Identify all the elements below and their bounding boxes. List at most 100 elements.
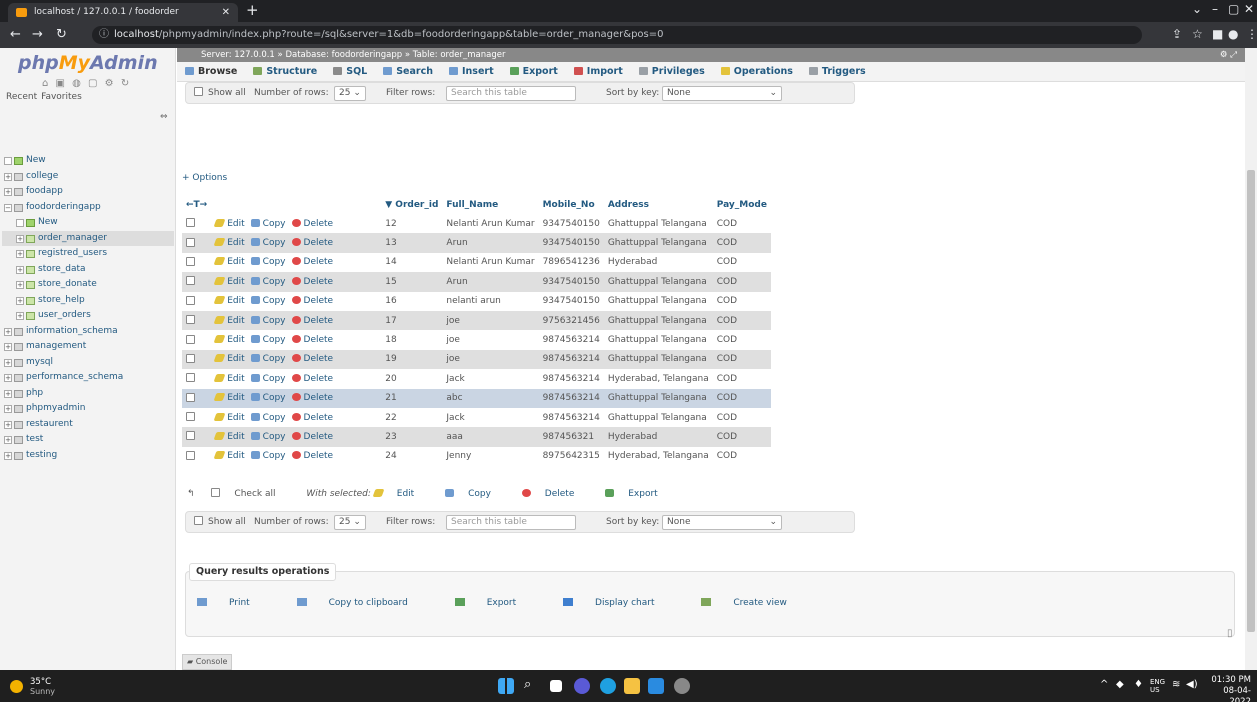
export-link[interactable]: Export xyxy=(454,598,538,608)
row-checkbox[interactable] xyxy=(186,431,195,441)
cell-address[interactable]: Ghattuppal Telangana xyxy=(603,407,713,428)
tree-item-user-orders[interactable]: + user_orders xyxy=(2,308,174,324)
cell-address[interactable]: Ghattuppal Telangana xyxy=(603,330,713,350)
row-edit-button[interactable]: Edit xyxy=(213,296,245,306)
expand-toggle-icon[interactable]: + xyxy=(4,389,12,398)
expand-toggle-icon[interactable]: + xyxy=(4,420,12,429)
row-copy-button[interactable]: Copy xyxy=(250,451,286,461)
cell-mobile-no[interactable]: 9347540150 xyxy=(538,272,604,292)
tree-item-new[interactable]: New xyxy=(2,153,174,169)
row-checkbox[interactable] xyxy=(186,373,195,383)
rows-select[interactable]: 25 ⌄ xyxy=(334,86,366,101)
table-row[interactable]: Edit Copy Delete 20 Jack 9874563214 Hyderabad,… xyxy=(182,369,771,389)
row-delete-button[interactable]: Delete xyxy=(291,412,333,423)
cell-mobile-no[interactable]: 8975642315 xyxy=(538,446,604,467)
cell-pay-mode[interactable]: COD xyxy=(712,369,771,389)
tab-sql[interactable]: SQL xyxy=(325,62,375,82)
cell-address[interactable]: Ghattuppal Telangana xyxy=(603,310,713,331)
recent-tab[interactable]: Recent xyxy=(6,92,37,102)
reload-button[interactable]: ↻ xyxy=(56,27,67,42)
column-header-order-id[interactable]: ▼ Order_id xyxy=(381,196,443,214)
cell-order-id[interactable]: 13 xyxy=(381,233,443,253)
filter-rows-input[interactable]: Search this table xyxy=(446,86,576,101)
show-all-toggle-bottom[interactable]: Show all xyxy=(194,512,246,532)
expand-toggle-icon[interactable]: + xyxy=(16,312,24,320)
tab-privileges[interactable]: Privileges xyxy=(631,62,713,82)
profile-avatar-icon[interactable]: ● xyxy=(1228,27,1238,41)
tree-item-information-schema[interactable]: + information_schema xyxy=(2,324,174,340)
row-copy-button[interactable]: Copy xyxy=(250,431,286,442)
cell-full-name[interactable]: aaa xyxy=(442,427,539,447)
cell-mobile-no[interactable]: 9874563214 xyxy=(538,330,604,350)
settings-gear-icon[interactable]: ⚙ ⤢ xyxy=(1220,48,1237,62)
cell-mobile-no[interactable]: 9874563214 xyxy=(538,407,604,428)
minimize-button[interactable]: – xyxy=(1212,2,1218,16)
row-checkbox[interactable] xyxy=(186,237,195,247)
row-copy-button[interactable]: Copy xyxy=(250,373,286,384)
expand-toggle-icon[interactable]: + xyxy=(4,327,12,336)
cell-mobile-no[interactable]: 9756321456 xyxy=(538,310,604,331)
console-toggle[interactable]: ▰ Console xyxy=(182,654,233,670)
volume-icon[interactable]: ◀) xyxy=(1186,679,1198,690)
cell-address[interactable]: Ghattuppal Telangana xyxy=(603,388,713,408)
expand-toggle-icon[interactable]: + xyxy=(4,451,12,460)
row-delete-button[interactable]: Delete xyxy=(291,218,333,229)
cell-address[interactable]: Hyderabad, Telangana xyxy=(603,369,713,389)
sort-by-key-select-bottom[interactable]: None ⌄ xyxy=(662,515,782,530)
table-row[interactable]: Edit Copy Delete 16 nelanti arun 9347540150 Gh… xyxy=(182,291,771,311)
cell-full-name[interactable]: Jack xyxy=(442,407,539,428)
tree-item-phpmyadmin[interactable]: + phpmyadmin xyxy=(2,401,174,417)
tree-item-registred-users[interactable]: + registred_users xyxy=(2,246,174,262)
cell-address[interactable]: Hyderabad xyxy=(603,427,713,447)
row-checkbox[interactable] xyxy=(186,315,195,325)
table-row[interactable]: Edit Copy Delete 17 joe 9756321456 Ghattuppal … xyxy=(182,310,771,331)
expand-toggle-icon[interactable]: + xyxy=(4,436,12,444)
cell-order-id[interactable]: 20 xyxy=(381,369,443,389)
tray-app-icon[interactable]: ◆ xyxy=(1116,679,1124,690)
row-checkbox[interactable] xyxy=(186,412,195,422)
row-delete-button[interactable]: Delete xyxy=(291,451,333,461)
cell-mobile-no[interactable]: 987456321 xyxy=(538,427,604,447)
tree-item-management[interactable]: + management xyxy=(2,339,174,355)
tab-operations[interactable]: Operations xyxy=(713,62,801,82)
cell-mobile-no[interactable]: 9347540150 xyxy=(538,233,604,253)
cell-mobile-no[interactable]: 9347540150 xyxy=(538,214,604,234)
expand-toggle-icon[interactable]: + xyxy=(16,250,24,258)
copy-to-clipboard-link[interactable]: Copy to clipboard xyxy=(296,598,430,608)
breadcrumb-server[interactable]: Server: 127.0.0.1 xyxy=(201,50,275,60)
table-row[interactable]: Edit Copy Delete 14 Nelanti Arun Kumar 789654… xyxy=(182,252,771,273)
row-copy-button[interactable]: Copy xyxy=(250,393,286,403)
language-indicator[interactable]: ENG US xyxy=(1150,678,1165,694)
share-icon[interactable]: ⇪ xyxy=(1172,27,1182,41)
cell-order-id[interactable]: 24 xyxy=(381,446,443,467)
cell-address[interactable]: Ghattuppal Telangana xyxy=(603,349,713,370)
bulk-copy-button[interactable]: Copy xyxy=(445,489,505,499)
show-all-checkbox-bottom[interactable] xyxy=(194,516,203,525)
tree-item-new[interactable]: New xyxy=(2,215,174,231)
row-checkbox[interactable] xyxy=(186,295,195,305)
expand-toggle-icon[interactable] xyxy=(16,219,24,227)
cell-order-id[interactable]: 15 xyxy=(381,272,443,292)
cell-order-id[interactable]: 23 xyxy=(381,427,443,447)
cell-pay-mode[interactable]: COD xyxy=(712,214,771,234)
row-delete-button[interactable]: Delete xyxy=(291,373,333,384)
column-header-pay-mode[interactable]: Pay_Mode xyxy=(712,196,771,214)
scrollbar-thumb[interactable] xyxy=(1247,170,1255,632)
row-edit-button[interactable]: Edit xyxy=(213,276,245,287)
tab-search-icon[interactable]: ⌄ xyxy=(1192,2,1202,16)
tree-item-performance-schema[interactable]: + performance_schema xyxy=(2,370,174,386)
tree-item-foodorderingapp[interactable]: − foodorderingapp xyxy=(2,200,174,216)
row-checkbox[interactable] xyxy=(186,392,195,402)
cell-full-name[interactable]: Nelanti Arun Kumar xyxy=(442,252,539,273)
breadcrumb-table[interactable]: Table: order_manager xyxy=(413,50,506,60)
new-tab-button[interactable]: + xyxy=(246,1,259,19)
main-scrollbar[interactable] xyxy=(1245,48,1257,670)
tree-item-restaurent[interactable]: + restaurent xyxy=(2,417,174,433)
rows-select-bottom[interactable]: 25 ⌄ xyxy=(334,515,366,530)
row-checkbox[interactable] xyxy=(186,256,195,266)
breadcrumb-database[interactable]: Database: foodorderingapp xyxy=(285,50,402,60)
row-edit-button[interactable]: Edit xyxy=(213,373,245,384)
cell-order-id[interactable]: 16 xyxy=(381,291,443,311)
row-copy-button[interactable]: Copy xyxy=(250,218,286,229)
system-clock[interactable]: 01:30 PM 08-04-2022 xyxy=(1207,675,1251,702)
